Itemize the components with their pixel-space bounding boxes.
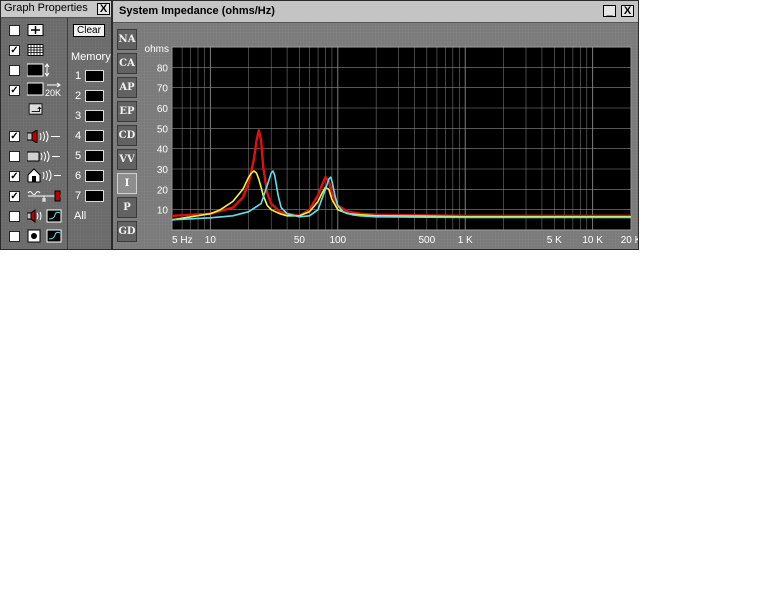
grid-icon: [27, 44, 44, 56]
y-tick-label: 70: [157, 84, 169, 95]
x-tick-label: 500: [419, 235, 436, 246]
x-scale-checkbox[interactable]: ✓: [9, 85, 20, 96]
clear-button[interactable]: Clear: [73, 24, 105, 37]
memory-slot-7-button[interactable]: [85, 190, 104, 202]
impedance-chart: 10 20 30 40 50 60 70 80 5 Hz 10 50 100 500 1 K 5 K 10 K…: [145, 44, 638, 246]
memory-slot-1-button[interactable]: [85, 70, 104, 82]
speaker-response-checkbox[interactable]: [9, 211, 20, 222]
memory-slot-number: 4: [75, 130, 82, 142]
y-scale-icon: [27, 63, 50, 77]
auto-scale-icon[interactable]: [27, 103, 45, 115]
x-tick-label: 10 K: [582, 235, 603, 246]
panel-divider: [67, 18, 68, 250]
plot-area: [171, 46, 632, 231]
memory-all-button[interactable]: All: [74, 210, 86, 222]
y-tick-label: 80: [157, 63, 169, 74]
graph-properties-panel: Graph Properties X ✓ ✓ 20K ✓ ✓ ✓ Clear M…: [0, 0, 112, 250]
memory-slot-3-button[interactable]: [85, 110, 104, 122]
room-checkbox[interactable]: ✓: [9, 171, 20, 182]
crossover-checkbox[interactable]: ✓: [9, 191, 20, 202]
y-tick-label: 40: [157, 145, 169, 156]
tweeter-checkbox[interactable]: [9, 151, 20, 162]
graph-properties-title-bar[interactable]: Graph Properties X: [1, 1, 111, 18]
x-tick-label: 1 K: [458, 235, 473, 246]
y-tick-label: 50: [157, 124, 169, 135]
x-tick-label: 20 K: [621, 235, 638, 246]
x-scale-icon-label: 20K: [45, 88, 62, 98]
tweeter-icon: [27, 150, 60, 163]
graph-properties-title: Graph Properties: [4, 2, 88, 14]
system-impedance-window: System Impedance (ohms/Hz) _ X NA CA AP …: [112, 0, 639, 250]
memory-slot-4-button[interactable]: [85, 130, 104, 142]
memory-slot-number: 1: [75, 70, 82, 82]
y-tick-label: 30: [157, 165, 169, 176]
memory-slot-number: 6: [75, 170, 82, 182]
x-tick-label: 10: [205, 235, 217, 246]
box-response-icon: [27, 229, 62, 243]
memory-slot-number: 3: [75, 110, 82, 122]
grid-checkbox[interactable]: ✓: [9, 45, 20, 56]
memory-label: Memory: [71, 51, 111, 63]
x-tick-label: 50: [294, 235, 306, 246]
room-icon: [27, 168, 61, 183]
x-tick-label: 5 K: [547, 235, 562, 246]
graph-properties-close-button[interactable]: X: [97, 3, 110, 15]
y-scale-checkbox[interactable]: [9, 65, 20, 76]
memory-slot-number: 2: [75, 90, 82, 102]
x-tick-label: 100: [329, 235, 346, 246]
box-response-checkbox[interactable]: [9, 231, 20, 242]
crossover-icon: [27, 190, 61, 202]
memory-slot-6-button[interactable]: [85, 170, 104, 182]
y-tick-label: 60: [157, 104, 169, 115]
memory-slot-number: 5: [75, 150, 82, 162]
x-tick-label: 5 Hz: [172, 235, 193, 246]
speaker-response-icon: [27, 209, 62, 223]
memory-slot-2-button[interactable]: [85, 90, 104, 102]
driver-checkbox[interactable]: ✓: [9, 131, 20, 142]
y-tick-label: 20: [157, 185, 169, 196]
y-tick-label: 10: [157, 206, 169, 217]
memory-slot-number: 7: [75, 190, 82, 202]
y-axis-label: ohms: [145, 44, 169, 55]
crosshair-icon: [27, 24, 44, 36]
memory-slot-5-button[interactable]: [85, 150, 104, 162]
crosshair-checkbox[interactable]: [9, 25, 20, 36]
driver-icon: [27, 130, 60, 143]
